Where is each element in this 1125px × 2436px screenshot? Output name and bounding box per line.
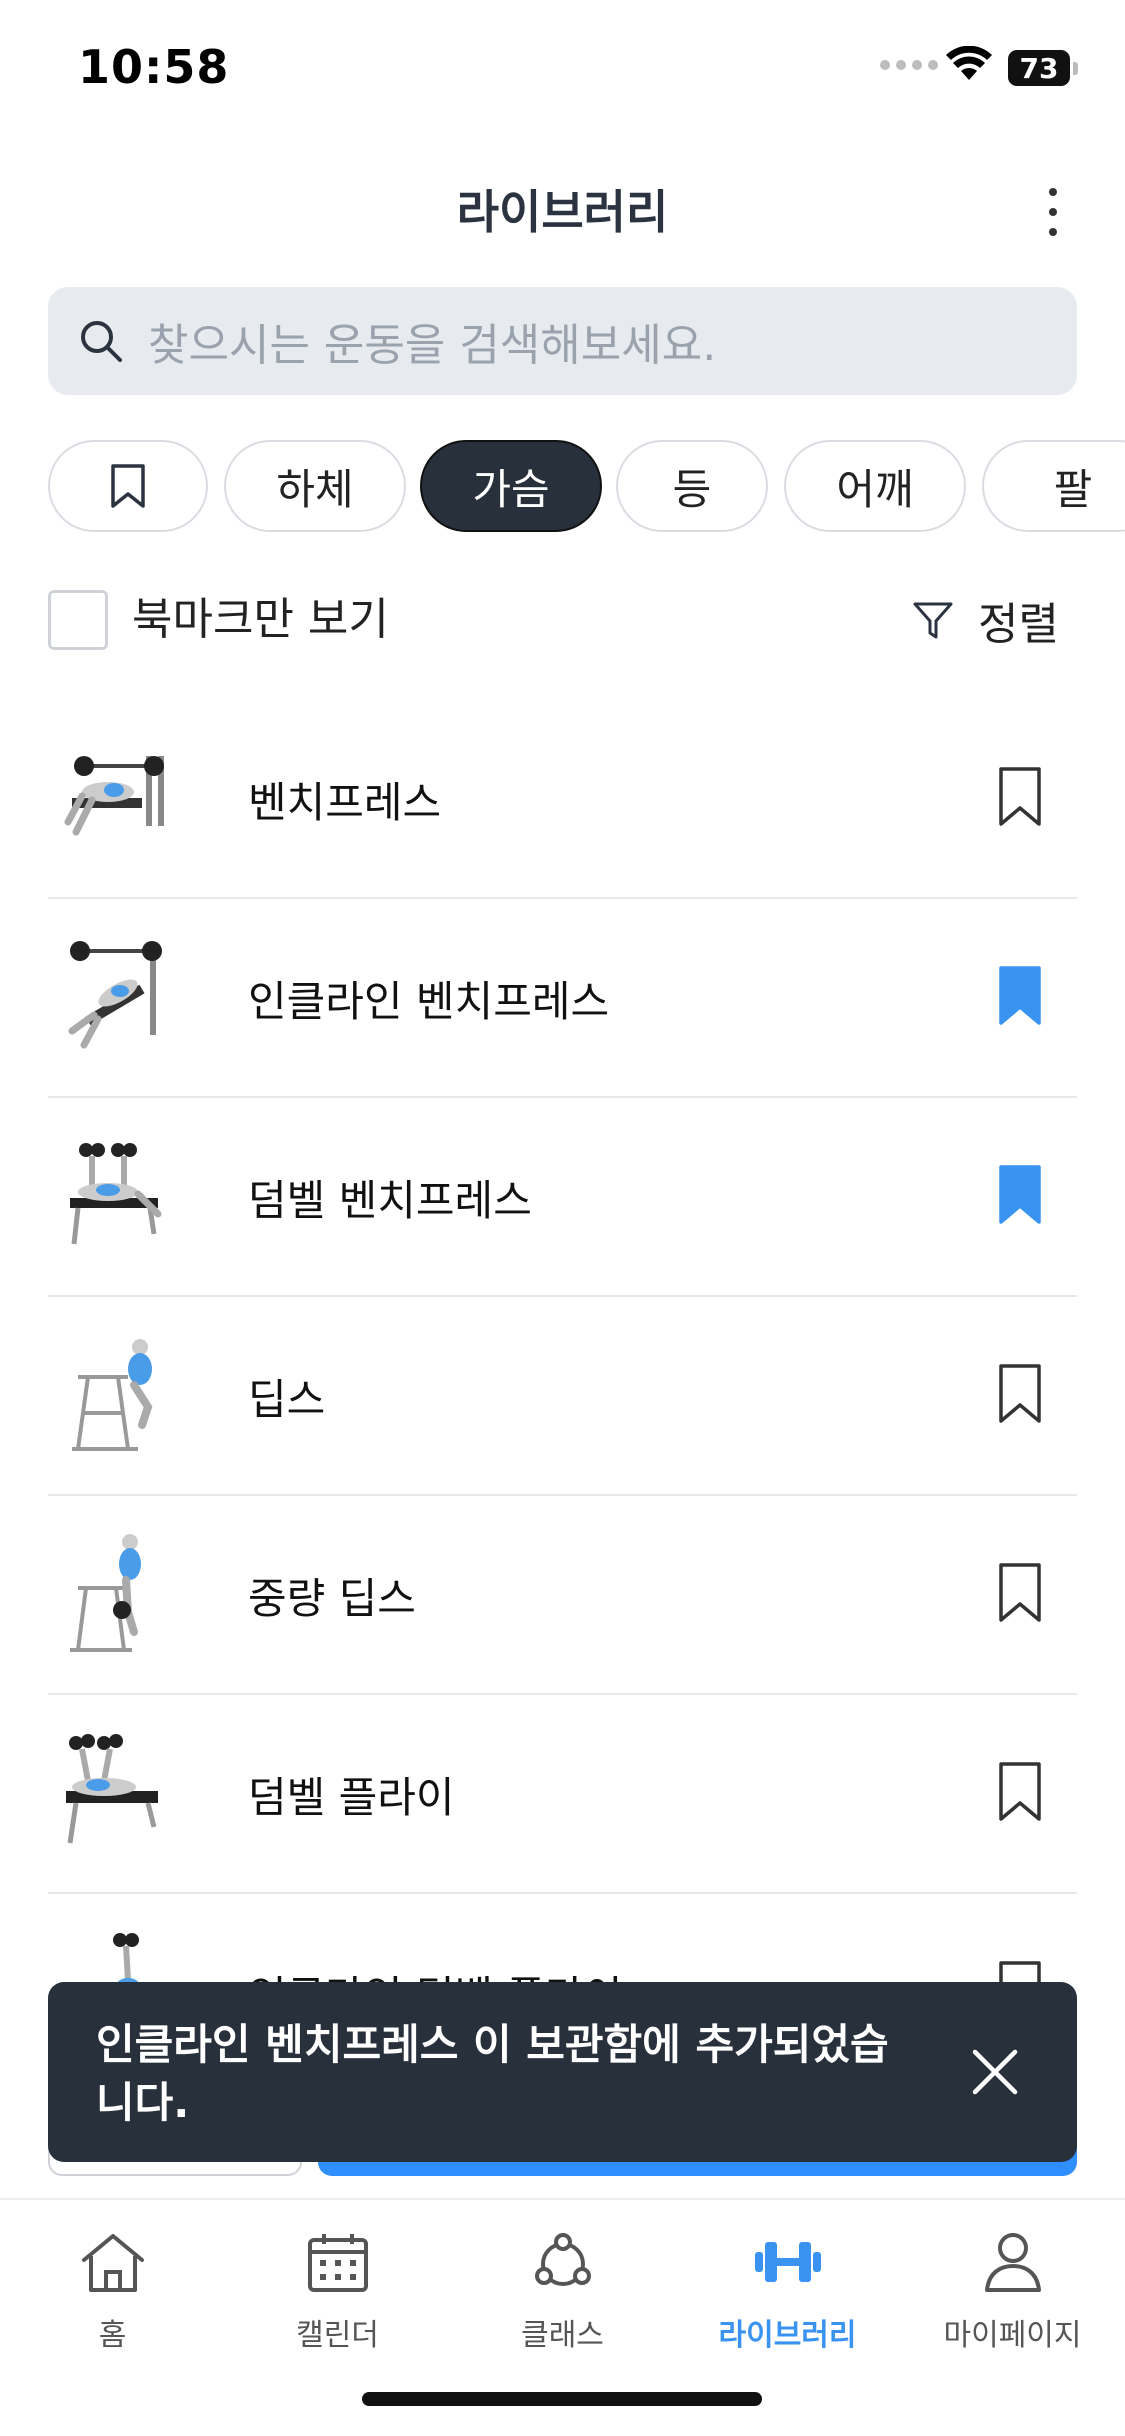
exercise-name: 중량 딥스	[248, 1574, 416, 1623]
tab-home[interactable]: 홈	[0, 2230, 225, 2354]
battery-icon: 73	[1008, 50, 1078, 86]
dumbbell-icon	[754, 2242, 821, 2282]
wifi-icon	[946, 46, 992, 80]
calendar-icon	[307, 2234, 368, 2292]
search-input[interactable]: 찾으시는 운동을 검색해보세요.	[48, 287, 1077, 395]
chip-lower-body[interactable]: 하체	[224, 440, 406, 532]
exercise-name: 인클라인 벤치프레스	[248, 977, 610, 1026]
toast-notification: 인클라인 벤치프레스 이 보관함에 추가되었습니다.	[48, 1982, 1077, 2162]
home-indicator	[362, 2392, 762, 2406]
chip-shoulder[interactable]: 어깨	[784, 440, 966, 532]
exercise-name: 덤벨 플라이	[248, 1773, 455, 1822]
list-item[interactable]: 벤치프레스	[48, 700, 1077, 899]
status-bar: 10:58 73	[0, 0, 1125, 130]
weighted-dips-image	[70, 1534, 141, 1652]
bookmark-filled-icon[interactable]	[998, 965, 1042, 1027]
bookmark-filled-icon[interactable]	[998, 1164, 1042, 1226]
bookmark-only-label[interactable]: 북마크만 보기	[132, 590, 389, 650]
status-time: 10:58	[78, 40, 230, 94]
dumbbell-fly-image	[66, 1734, 158, 1844]
incline-bench-press-image	[68, 941, 162, 1049]
tab-mypage[interactable]: 마이페이지	[900, 2230, 1125, 2354]
bookmark-icon[interactable]	[998, 1562, 1042, 1624]
page-title: 라이브러리	[456, 185, 669, 239]
search-placeholder: 찾으시는 운동을 검색해보세요.	[148, 320, 717, 371]
class-network-icon	[534, 2233, 591, 2286]
bench-press-image	[64, 756, 164, 836]
exercise-name: 덤벨 벤치프레스	[248, 1176, 532, 1225]
tab-calendar[interactable]: 캘린더	[225, 2230, 450, 2354]
tab-label: 라이브러리	[718, 2318, 857, 2353]
bookmark-icon	[111, 464, 145, 508]
tab-class[interactable]: 클래스	[450, 2230, 675, 2354]
list-item[interactable]: 덤벨 플라이	[48, 1695, 1077, 1894]
dips-image	[72, 1339, 153, 1451]
chip-back[interactable]: 등	[616, 440, 768, 532]
dumbbell-bench-press-image	[70, 1143, 162, 1245]
home-icon	[81, 2234, 144, 2292]
exercise-list: 벤치프레스 인클라인 벤치프레스 덤벨 벤치프레스 딥스 중량 딥스 덤벨 플라…	[48, 700, 1077, 2093]
tab-label: 홈	[98, 2318, 127, 2353]
chip-chest[interactable]: 가슴	[420, 440, 602, 532]
filter-icon	[913, 602, 953, 639]
chip-bookmark[interactable]	[48, 440, 208, 532]
signal-dots-icon	[880, 60, 938, 70]
bookmark-only-checkbox[interactable]	[48, 590, 108, 650]
tab-label: 캘린더	[296, 2318, 379, 2353]
list-item[interactable]: 딥스	[48, 1297, 1077, 1496]
more-options-button[interactable]	[1035, 184, 1071, 240]
search-icon	[81, 321, 122, 362]
bookmark-icon[interactable]	[998, 766, 1042, 828]
person-icon	[984, 2233, 1041, 2292]
toast-message: 인클라인 벤치프레스 이 보관함에 추가되었습니다.	[96, 2020, 889, 2127]
tab-library[interactable]: 라이브러리	[675, 2230, 900, 2354]
list-item[interactable]: 덤벨 벤치프레스	[48, 1098, 1077, 1297]
close-icon[interactable]	[969, 2046, 1021, 2098]
category-chips: 하체 가슴 등 어깨 팔	[48, 440, 1125, 532]
list-item[interactable]: 인클라인 벤치프레스	[48, 899, 1077, 1098]
bookmark-icon[interactable]	[998, 1363, 1042, 1425]
exercise-name: 벤치프레스	[248, 778, 442, 827]
chip-arm[interactable]: 팔	[982, 440, 1125, 532]
tab-label: 클래스	[521, 2318, 604, 2353]
tab-label: 마이페이지	[943, 2318, 1082, 2353]
bookmark-icon[interactable]	[998, 1761, 1042, 1823]
sort-label: 정렬	[978, 599, 1059, 650]
exercise-name: 딥스	[248, 1375, 326, 1424]
list-item[interactable]: 중량 딥스	[48, 1496, 1077, 1695]
sort-button[interactable]: 정렬	[912, 590, 1059, 650]
